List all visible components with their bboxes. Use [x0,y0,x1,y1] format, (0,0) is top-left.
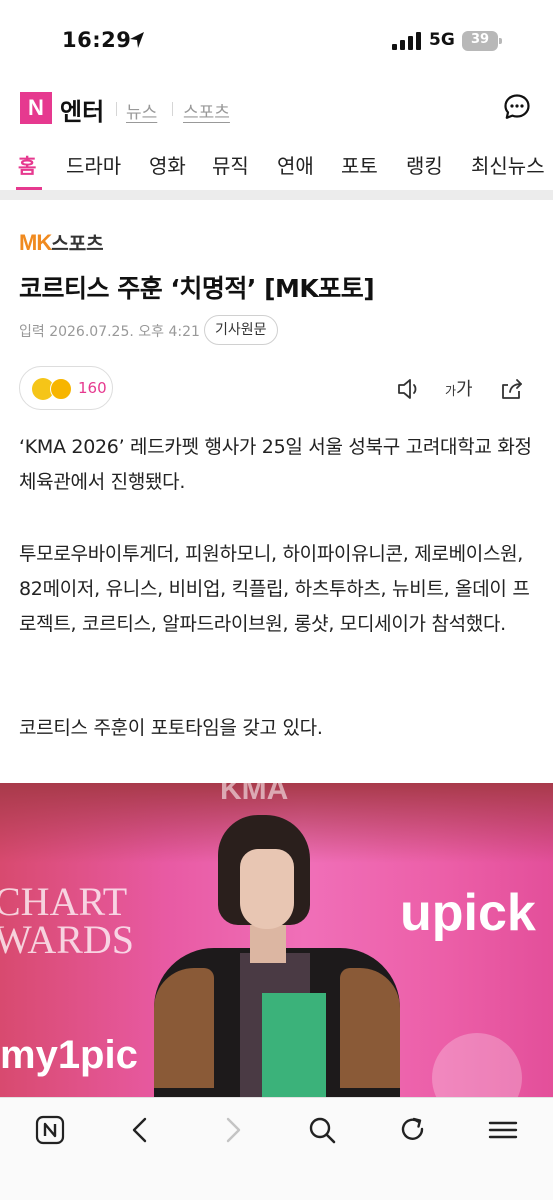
signal-icon [392,32,421,50]
reaction-button[interactable]: 160 [19,366,113,410]
photo-backdrop-text: CHART WARDS [0,879,135,962]
naver-home-icon[interactable] [34,1114,66,1146]
photo-backdrop-text: my1pic [0,1033,138,1077]
header-divider [116,102,117,116]
tab-ranking[interactable]: 랭킹 [406,150,443,179]
search-icon[interactable] [306,1114,338,1146]
press-logo-mk: MK [19,230,52,255]
tab-music[interactable]: 뮤직 [212,150,249,179]
forward-icon[interactable] [216,1114,248,1146]
tab-romance[interactable]: 연애 [277,150,314,179]
article-headline: 코르티스 주훈 ‘치명적’ [MK포토] [19,274,375,303]
person-face [240,849,294,929]
network-type: 5G [429,30,455,50]
naver-logo[interactable]: N [20,92,52,124]
tab-home[interactable]: 홈 [18,150,36,179]
photo-backdrop-text: upick [400,884,536,942]
back-icon[interactable] [125,1114,157,1146]
press-logo[interactable]: MK스포츠 [19,229,104,255]
article-paragraph: ‘KMA 2026’ 레드카펫 행사가 25일 서울 성북구 고려대학교 화정체… [19,436,532,493]
press-logo-name: 스포츠 [51,233,104,255]
refresh-icon[interactable] [397,1114,429,1146]
section-divider [0,190,553,200]
article-paragraph: 투모로우바이투게더, 피원하모니, 하이파이유니콘, 제로베이스원, 82메이저… [19,543,530,635]
article-paragraph: 코르티스 주훈이 포토타임을 갖고 있다. [19,717,323,739]
tab-photo[interactable]: 포토 [341,150,378,179]
share-icon[interactable] [499,376,525,402]
browser-toolbar [0,1097,553,1200]
speaker-icon[interactable] [396,376,422,402]
tab-drama[interactable]: 드라마 [66,150,121,179]
original-article-button[interactable]: 기사원문 [204,315,278,345]
battery-level: 39 [470,32,490,47]
header-divider [172,102,173,116]
article-photo[interactable]: KMA CHART WARDS upick my1pic [0,783,553,1097]
location-arrow-icon [130,32,144,48]
section-title[interactable]: 엔터 [60,92,104,127]
person-neck [250,923,286,963]
site-header: N 엔터 뉴스 스포츠 [0,86,553,132]
sports-link[interactable]: 스포츠 [183,98,230,123]
comment-icon[interactable] [503,93,531,121]
news-link[interactable]: 뉴스 [126,98,157,123]
heart-eyes-emoji-icon [50,378,72,400]
status-time: 16:29 [62,28,132,52]
menu-icon[interactable] [487,1114,519,1146]
person-vest [262,993,326,1097]
font-size-icon[interactable]: 가가 [445,375,473,401]
person-jacket-left [154,968,214,1088]
font-size-small-glyph: 가 [445,384,457,398]
tab-movie[interactable]: 영화 [149,150,186,179]
status-bar: 16:29 5G 39 [0,0,553,80]
font-size-large-glyph: 가 [456,379,473,400]
tab-latest-news[interactable]: 최신뉴스 [471,150,545,179]
photo-backdrop-text: KMA [220,783,289,806]
category-tabs: 홈 드라마 영화 뮤직 연애 포토 랭킹 최신뉴스 [0,142,553,190]
person-jacket-right [340,968,400,1088]
battery-icon: 39 [462,31,502,51]
reaction-count: 160 [78,379,107,397]
article-date: 입력 2026.07.25. 오후 4:21 [19,324,200,340]
